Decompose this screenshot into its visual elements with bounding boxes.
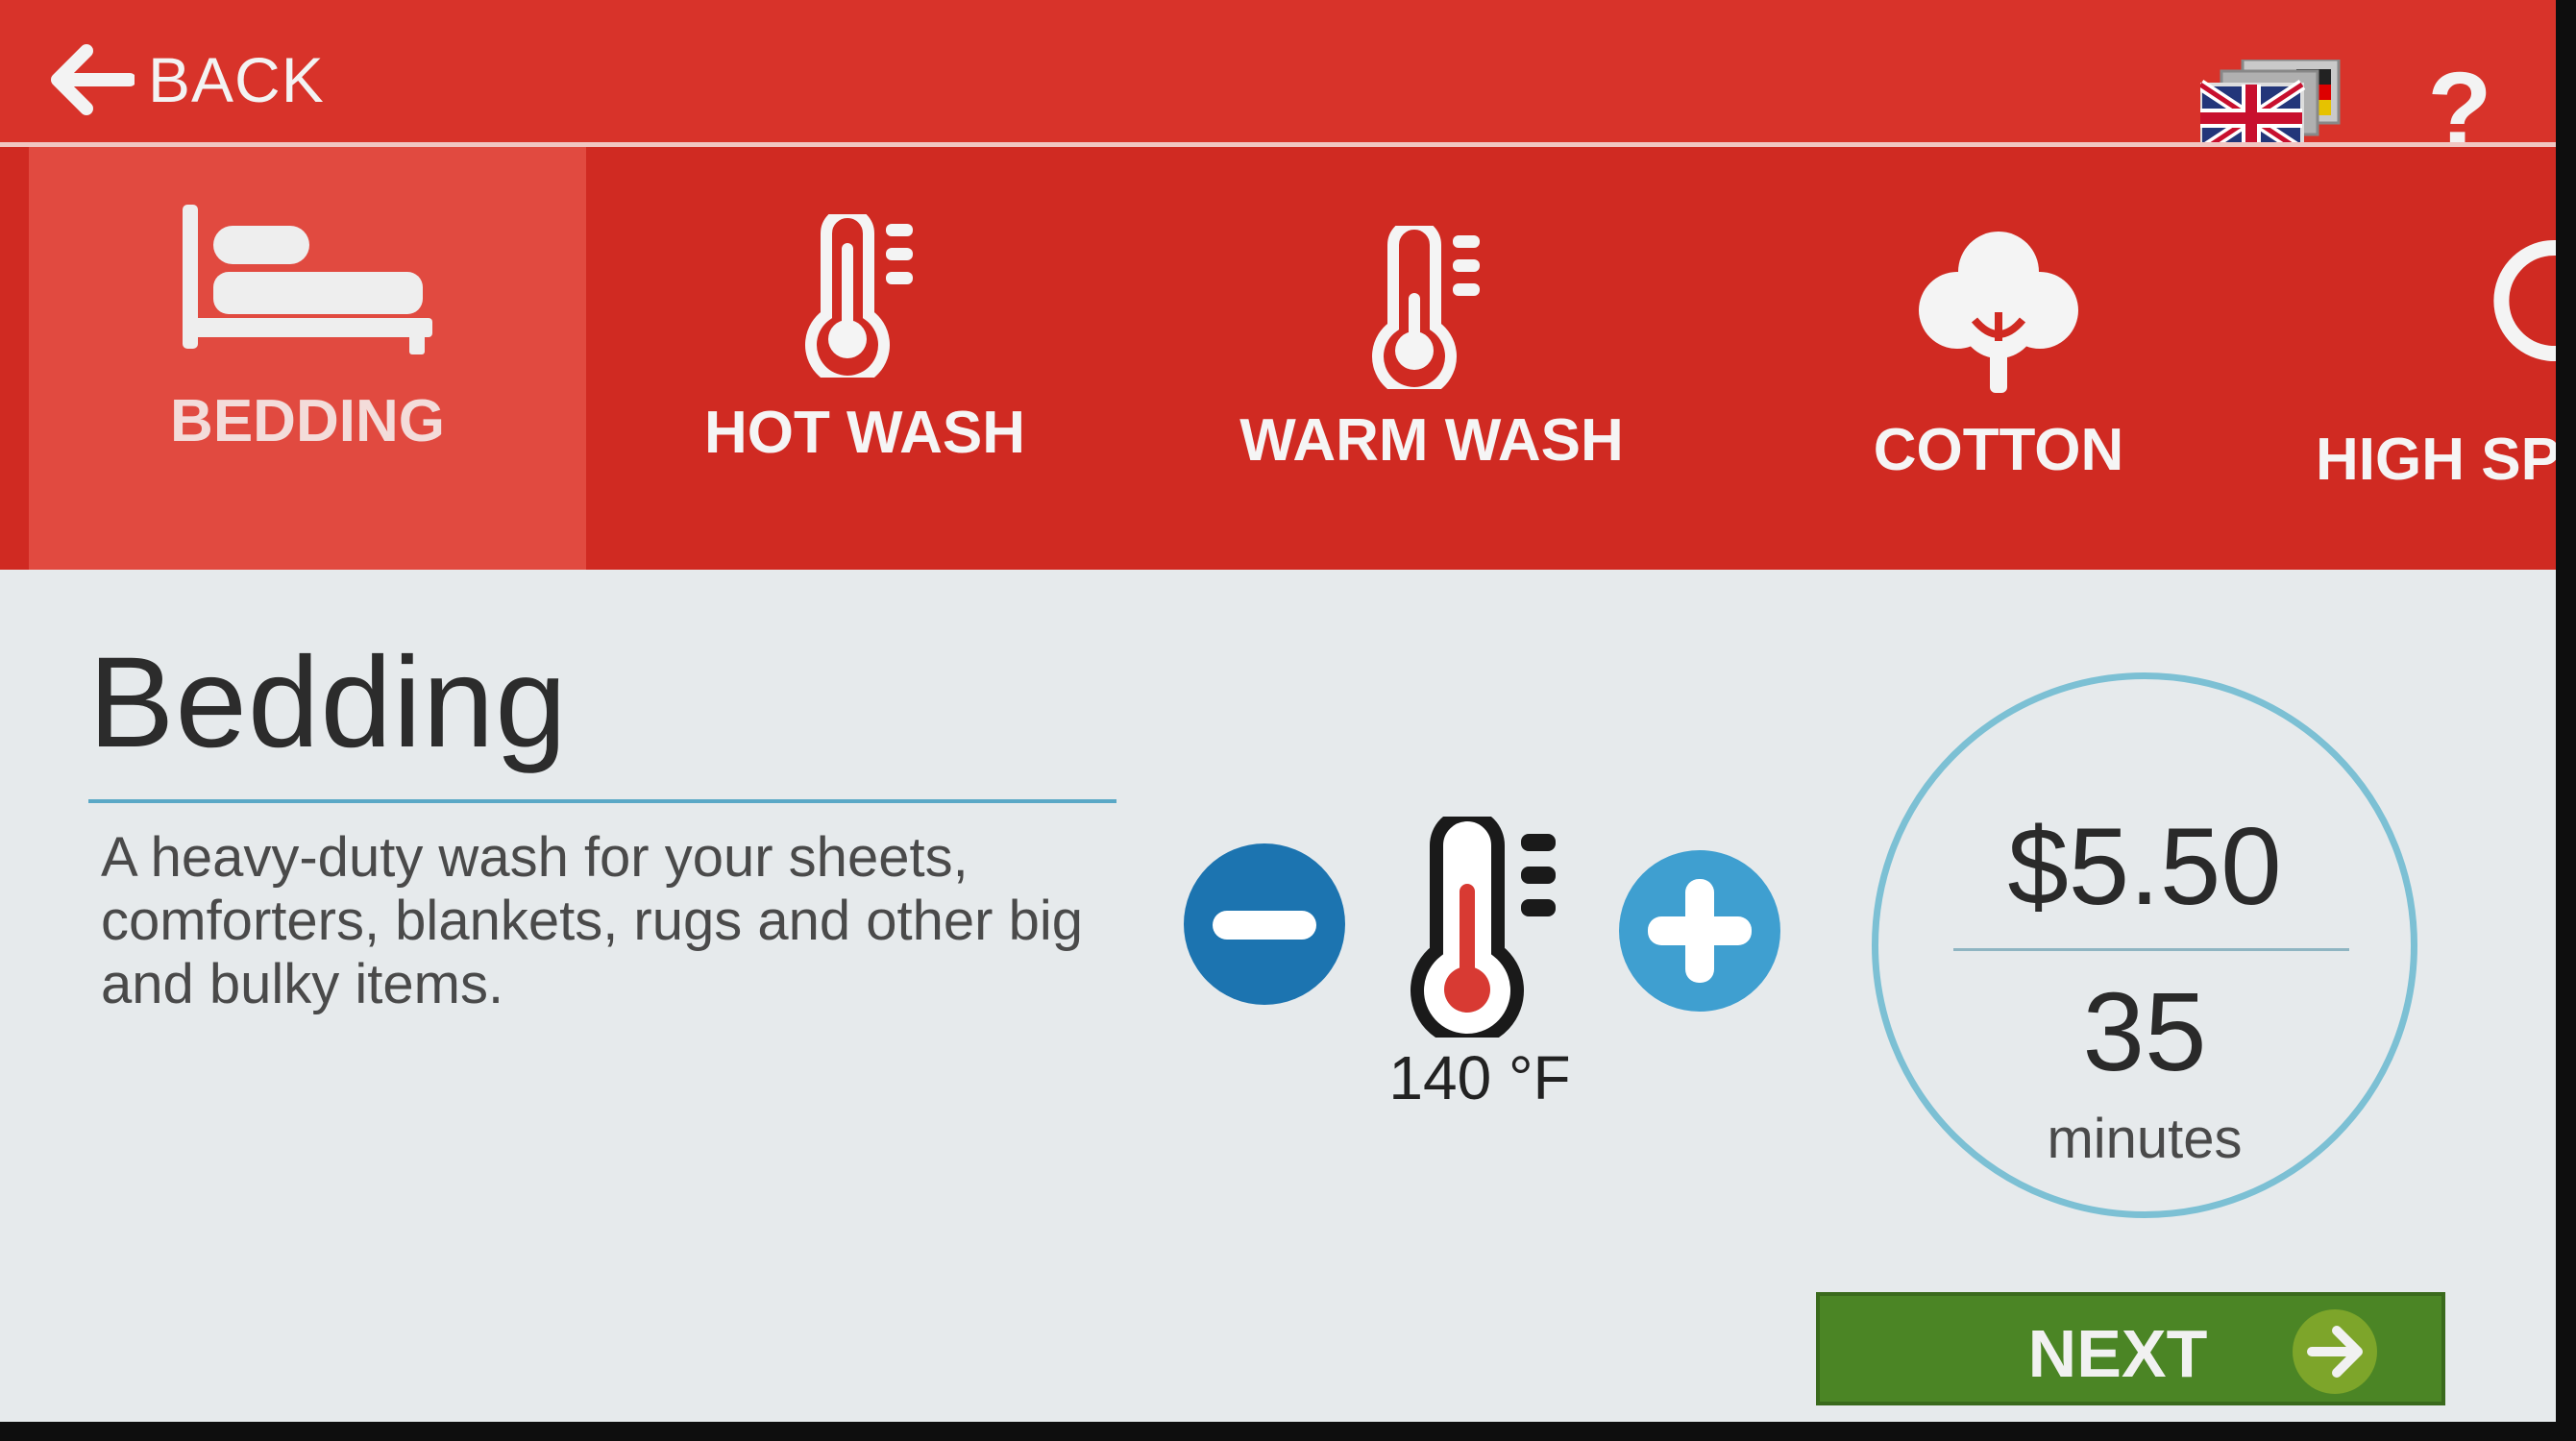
header-bar: BACK ? [0,0,2556,163]
next-button[interactable]: NEXT [1816,1292,2445,1405]
back-button[interactable]: BACK [48,37,325,123]
tab-label: BEDDING [170,388,445,454]
back-arrow-icon [51,44,135,115]
price: $5.50 [2007,806,2282,928]
bed-icon [183,205,432,354]
thermometer-icon [1411,817,1556,1038]
tab-bedding[interactable]: BEDDING [29,147,586,570]
tab-label: HOT WASH [703,400,1026,466]
title-underline [88,799,1116,803]
tab-label: HIGH SP [2316,427,2556,493]
thermometer-warm-icon [1372,226,1480,389]
temperature-increase-button[interactable] [1619,850,1780,1012]
tab-label: WARM WASH [1239,407,1624,474]
language-flags-icon[interactable] [2200,60,2344,156]
tab-warm-wash[interactable]: WARM WASH [1153,147,1710,570]
screen-bezel-bottom [0,1422,2576,1441]
back-label: BACK [148,44,325,115]
next-label: NEXT [2027,1316,2208,1391]
temperature-value: 140 °F [1388,1043,1571,1112]
thermometer-hot-icon [805,214,913,378]
duration: 35 [2082,969,2207,1094]
spin-icon [2493,240,2556,361]
tab-high-spin[interactable]: HIGH SP [2287,147,2556,570]
screen-bezel-right [2556,0,2576,1441]
cotton-plant-icon [1919,232,2078,393]
tab-label: COTTON [1873,417,2124,483]
summary-divider [1953,948,2349,951]
price-duration-summary: $5.50 35 minutes [1872,672,2417,1218]
program-description: A heavy-duty wash for your sheets, comfo… [101,826,1083,1015]
duration-unit: minutes [2047,1108,2243,1170]
washer-program-screen: BACK ? BEDDING HOT WASH WARM WASH COTTON… [0,0,2556,1422]
program-title: Bedding [88,631,568,774]
temperature-decrease-button[interactable] [1184,843,1345,1005]
program-tabs: BEDDING HOT WASH WARM WASH COTTON HIGH S… [0,147,2556,570]
tab-hot-wash[interactable]: HOT WASH [615,147,1115,570]
tab-cotton[interactable]: COTTON [1730,147,2268,570]
arrow-right-icon [2293,1309,2377,1394]
